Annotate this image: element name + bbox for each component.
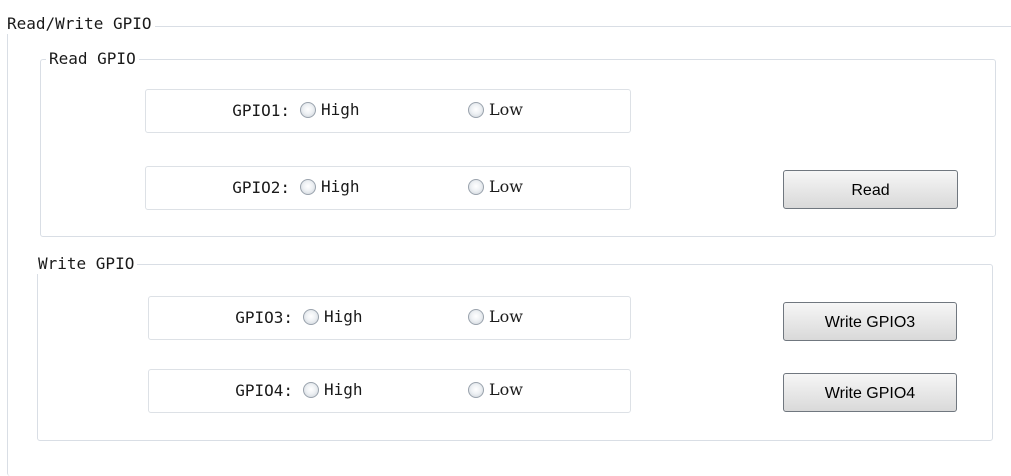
write-gpio3-button[interactable]: Write GPIO3 [783, 302, 957, 341]
radio-label: Low [489, 380, 523, 399]
gpio4-row: GPIO4: High Low [148, 369, 631, 413]
gpio1-low-radio[interactable]: Low [468, 100, 523, 120]
radio-label: High [321, 100, 360, 119]
radio-label: High [324, 307, 363, 326]
gpio4-high-radio[interactable]: High [303, 380, 363, 400]
gpio2-row: GPIO2: High Low [145, 166, 631, 210]
write-gpio-group: Write GPIO [35, 254, 993, 441]
read-write-gpio-title: Read/Write GPIO [4, 14, 155, 34]
gpio2-label: GPIO2: [232, 178, 290, 197]
radio-label: Low [489, 100, 523, 119]
write-gpio4-button[interactable]: Write GPIO4 [783, 373, 957, 412]
radio-label: Low [489, 307, 523, 326]
read-gpio-title: Read GPIO [46, 49, 139, 69]
radio-circle-icon [468, 382, 484, 398]
radio-circle-icon [468, 102, 484, 118]
gpio1-label: GPIO1: [232, 101, 290, 120]
radio-label: High [324, 380, 363, 399]
radio-circle-icon [303, 309, 319, 325]
radio-label: High [321, 177, 360, 196]
gpio3-high-radio[interactable]: High [303, 307, 363, 327]
gpio1-high-radio[interactable]: High [300, 100, 360, 120]
radio-circle-icon [300, 179, 316, 195]
gpio3-low-radio[interactable]: Low [468, 307, 523, 327]
write-gpio-title: Write GPIO [35, 254, 138, 274]
read-button[interactable]: Read [783, 170, 958, 209]
radio-circle-icon [303, 382, 319, 398]
read-gpio-group: Read GPIO [40, 49, 996, 237]
gpio2-high-radio[interactable]: High [300, 177, 360, 197]
gpio4-low-radio[interactable]: Low [468, 380, 523, 400]
radio-circle-icon [468, 179, 484, 195]
radio-circle-icon [300, 102, 316, 118]
gpio3-row: GPIO3: High Low [148, 296, 631, 340]
gpio2-low-radio[interactable]: Low [468, 177, 523, 197]
radio-circle-icon [468, 309, 484, 325]
gpio4-label: GPIO4: [235, 381, 293, 400]
radio-label: Low [489, 177, 523, 196]
gpio3-label: GPIO3: [235, 308, 293, 327]
gpio1-row: GPIO1: High Low [145, 89, 631, 133]
